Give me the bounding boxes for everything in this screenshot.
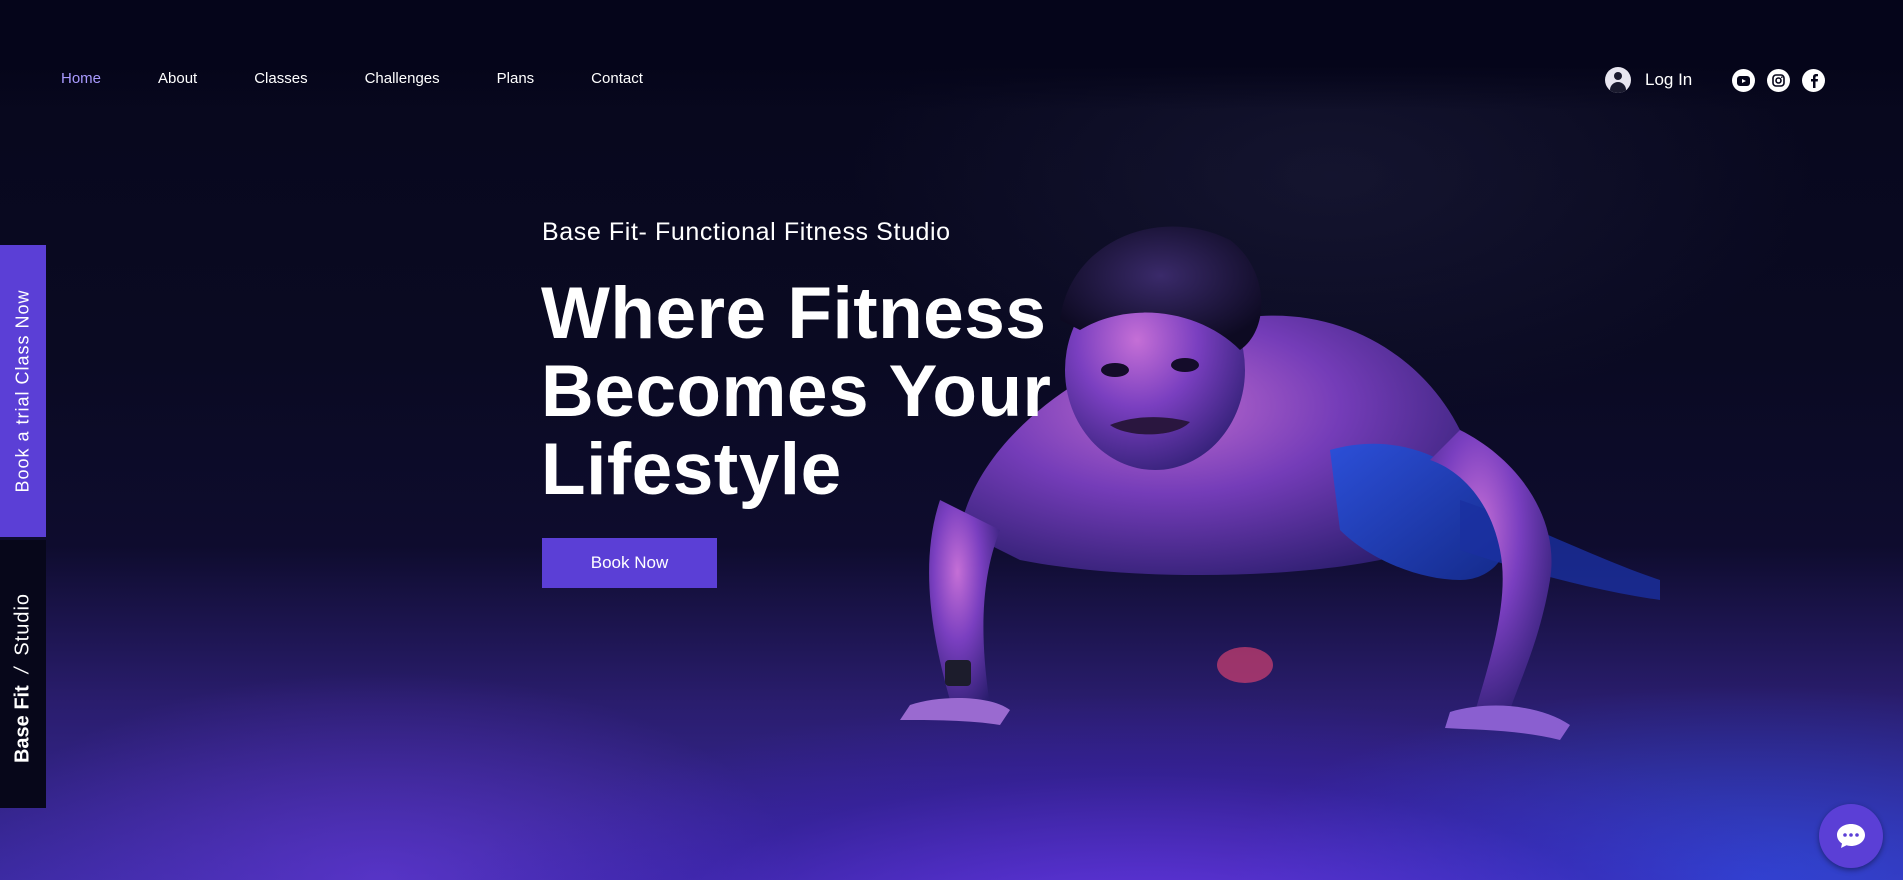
hero-title-line: Lifestyle [541, 429, 842, 510]
book-now-button[interactable]: Book Now [542, 538, 717, 588]
brand-tab: Base Fit / Studio [0, 540, 46, 808]
brand-logo-text: Base Fit / Studio [12, 593, 35, 763]
chat-bubble-icon [1837, 824, 1865, 848]
book-trial-tab[interactable]: Book a trial Class Now [0, 245, 46, 537]
main-navigation: Home About Classes Challenges Plans Cont… [61, 70, 700, 87]
book-trial-label: Book a trial Class Now [12, 289, 33, 493]
login-label: Log In [1645, 70, 1693, 89]
chat-button[interactable] [1819, 804, 1883, 868]
nav-item-plans[interactable]: Plans [497, 70, 535, 87]
brand-suffix: Studio [11, 592, 34, 656]
social-links [1732, 69, 1825, 92]
page: Home About Classes Challenges Plans Cont… [0, 0, 1903, 880]
login-button[interactable]: Log In [1605, 67, 1692, 93]
hero-title-line: Where Fitness [541, 273, 1047, 354]
nav-item-home[interactable]: Home [61, 70, 101, 87]
site-header: Home About Classes Challenges Plans Cont… [0, 0, 1903, 110]
user-avatar-icon [1605, 67, 1631, 93]
brand-name: Base Fit [11, 685, 34, 764]
nav-item-classes[interactable]: Classes [254, 70, 307, 87]
youtube-icon[interactable] [1732, 69, 1755, 92]
facebook-icon[interactable] [1802, 69, 1825, 92]
nav-item-contact[interactable]: Contact [591, 70, 643, 87]
instagram-icon[interactable] [1767, 69, 1790, 92]
nav-item-about[interactable]: About [158, 70, 197, 87]
brand-divider: / [11, 667, 34, 674]
hero-title: Where Fitness Becomes Your Lifestyle [541, 275, 1161, 509]
hero-title-line: Becomes Your [541, 351, 1052, 432]
nav-item-challenges[interactable]: Challenges [365, 70, 440, 87]
hero-subtitle: Base Fit- Functional Fitness Studio [542, 218, 951, 246]
